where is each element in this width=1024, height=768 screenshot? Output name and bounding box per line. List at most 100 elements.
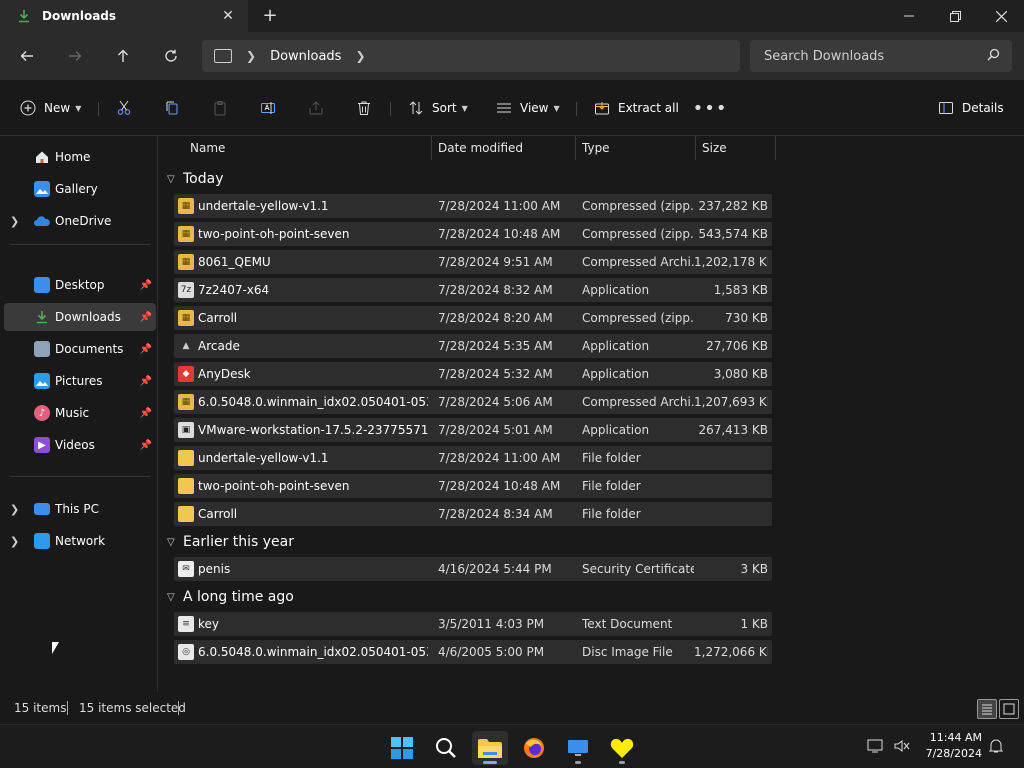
pin-icon[interactable]: 📌 [140, 376, 152, 387]
file-row[interactable]: ▦ 6.0.5048.0.winmain_idx02.050401-0536_a… [174, 390, 772, 414]
notifications-bell-icon[interactable] [987, 737, 1005, 755]
sidebar-item-this-pc[interactable]: ❯ This PC [4, 495, 156, 523]
cut-button[interactable] [114, 96, 134, 120]
close-window-button[interactable] [978, 0, 1024, 32]
copy-button[interactable] [162, 96, 182, 120]
column-header-size[interactable]: Size [702, 136, 727, 160]
network-status-icon[interactable] [867, 737, 885, 755]
start-button[interactable] [384, 731, 420, 765]
file-row[interactable]: ◆ AnyDesk 7/28/2024 5:32 AM Application … [174, 362, 772, 386]
group-header-today[interactable]: ▽ Today [167, 169, 224, 189]
file-row[interactable]: ▦ two-point-oh-point-seven 7/28/2024 10:… [174, 222, 772, 246]
search-icon[interactable] [987, 48, 1000, 65]
sidebar-item-desktop[interactable]: Desktop 📌 [4, 271, 156, 299]
breadcrumb[interactable]: ❯ Downloads ❯ [202, 40, 740, 72]
file-row[interactable]: undertale-yellow-v1.1 7/28/2024 11:00 AM… [174, 446, 772, 470]
taskbar-firefox[interactable] [516, 731, 552, 765]
sidebar-item-label: Documents [55, 342, 124, 356]
file-row[interactable]: ▣ VMware-workstation-17.5.2-23775571 7/2… [174, 418, 772, 442]
extract-all-button[interactable]: Extract all [592, 96, 679, 120]
close-tab-icon[interactable]: ✕ [220, 8, 236, 24]
file-row[interactable]: ▦ Carroll 7/28/2024 8:20 AM Compressed (… [174, 306, 772, 330]
file-name: VMware-workstation-17.5.2-23775571 [198, 423, 428, 437]
file-row[interactable]: ◎ 6.0.5048.0.winmain_idx02.050401-0536_a… [174, 640, 772, 664]
volume-muted-icon[interactable] [893, 737, 911, 755]
group-header-earlier-this-year[interactable]: ▽ Earlier this year [167, 532, 294, 552]
sidebar-item-home[interactable]: Home [4, 143, 156, 171]
this-pc-icon[interactable] [214, 49, 232, 63]
chevron-right-icon[interactable]: ❯ [246, 49, 256, 63]
tab-downloads[interactable]: Downloads ✕ [0, 0, 248, 32]
chevron-down-icon: ▽ [167, 173, 175, 185]
column-header-name[interactable]: Name [190, 136, 225, 160]
sidebar-item-network[interactable]: ❯ Network [4, 527, 156, 555]
column-divider[interactable] [431, 136, 432, 160]
tiles-view-toggle[interactable] [999, 699, 1019, 719]
sidebar-item-documents[interactable]: Documents 📌 [4, 335, 156, 363]
pin-icon[interactable]: 📌 [140, 280, 152, 291]
pin-icon[interactable]: 📌 [140, 344, 152, 355]
sidebar-item-gallery[interactable]: Gallery [4, 175, 156, 203]
column-divider[interactable] [775, 136, 776, 160]
file-row[interactable]: ▦ 8061_QEMU 7/28/2024 9:51 AM Compressed… [174, 250, 772, 274]
file-row[interactable]: Carroll 7/28/2024 8:34 AM File folder [174, 502, 772, 526]
search-input[interactable]: Search Downloads [750, 40, 1012, 72]
sidebar-item-downloads[interactable]: Downloads 📌 [4, 303, 156, 331]
taskbar-remote-desktop[interactable] [560, 731, 596, 765]
view-button[interactable]: View ▼ [494, 96, 560, 120]
sidebar-item-pictures[interactable]: Pictures 📌 [4, 367, 156, 395]
file-date: 7/28/2024 9:51 AM [438, 255, 553, 269]
file-row[interactable]: ▲ Arcade 7/28/2024 5:35 AM Application 2… [174, 334, 772, 358]
divider [98, 102, 99, 116]
group-header-a-long-time-ago[interactable]: ▽ A long time ago [167, 587, 294, 607]
paste-button[interactable] [210, 96, 230, 120]
search-button[interactable] [428, 731, 464, 765]
file-row[interactable]: ✉ penis 4/16/2024 5:44 PM Security Certi… [174, 557, 772, 581]
file-size: 1,272,066 KB [694, 645, 768, 659]
column-divider[interactable] [575, 136, 576, 160]
chevron-down-icon: ▼ [75, 103, 82, 113]
up-button[interactable] [111, 44, 135, 68]
column-header-type[interactable]: Type [582, 136, 610, 160]
column-divider[interactable] [695, 136, 696, 160]
pin-icon[interactable]: 📌 [140, 312, 152, 323]
new-button[interactable]: New ▼ [18, 96, 81, 120]
file-row[interactable]: ▦ undertale-yellow-v1.1 7/28/2024 11:00 … [174, 194, 772, 218]
system-clock[interactable]: 11:44 AM 7/28/2024 [926, 730, 982, 762]
maximize-button[interactable] [932, 0, 978, 32]
sidebar-item-onedrive[interactable]: ❯ OneDrive [4, 207, 156, 235]
file-date: 7/28/2024 10:48 AM [438, 227, 561, 241]
search-placeholder[interactable]: Search Downloads [764, 49, 987, 64]
column-header-date[interactable]: Date modified [438, 136, 523, 160]
taskbar-file-explorer[interactable] [472, 731, 508, 765]
chevron-right-icon[interactable]: ❯ [10, 535, 19, 548]
file-row[interactable]: two-point-oh-point-seven 7/28/2024 10:48… [174, 474, 772, 498]
sort-button[interactable]: Sort ▼ [406, 96, 468, 120]
chevron-right-icon[interactable]: ❯ [355, 49, 365, 63]
file-date: 7/28/2024 8:34 AM [438, 507, 553, 521]
file-type: Text Document [582, 617, 673, 631]
refresh-button[interactable] [159, 44, 183, 68]
pin-icon[interactable]: 📌 [140, 440, 152, 451]
chevron-right-icon[interactable]: ❯ [10, 503, 19, 516]
sidebar-item-label: This PC [55, 502, 99, 516]
file-type: Application [582, 423, 650, 437]
details-view-toggle[interactable] [977, 699, 997, 719]
new-tab-button[interactable]: + [260, 6, 280, 26]
pin-icon[interactable]: 📌 [140, 408, 152, 419]
rename-button[interactable] [258, 96, 278, 120]
taskbar-undertale-yellow[interactable] [604, 731, 640, 765]
chevron-right-icon[interactable]: ❯ [10, 215, 19, 228]
file-row[interactable]: ≡ key 3/5/2011 4:03 PM Text Document 1 K… [174, 612, 772, 636]
delete-button[interactable] [354, 96, 374, 120]
sidebar-item-videos[interactable]: ▶ Videos 📌 [4, 431, 156, 459]
minimize-button[interactable] [886, 0, 932, 32]
details-button[interactable]: Details [936, 96, 1004, 120]
forward-button[interactable] [63, 44, 87, 68]
back-button[interactable] [15, 44, 39, 68]
breadcrumb-downloads[interactable]: Downloads [270, 49, 341, 64]
file-row[interactable]: 7z 7z2407-x64 7/28/2024 8:32 AM Applicat… [174, 278, 772, 302]
more-options-button[interactable]: ••• [693, 96, 727, 120]
sidebar-item-music[interactable]: ♪ Music 📌 [4, 399, 156, 427]
share-button[interactable] [306, 96, 326, 120]
